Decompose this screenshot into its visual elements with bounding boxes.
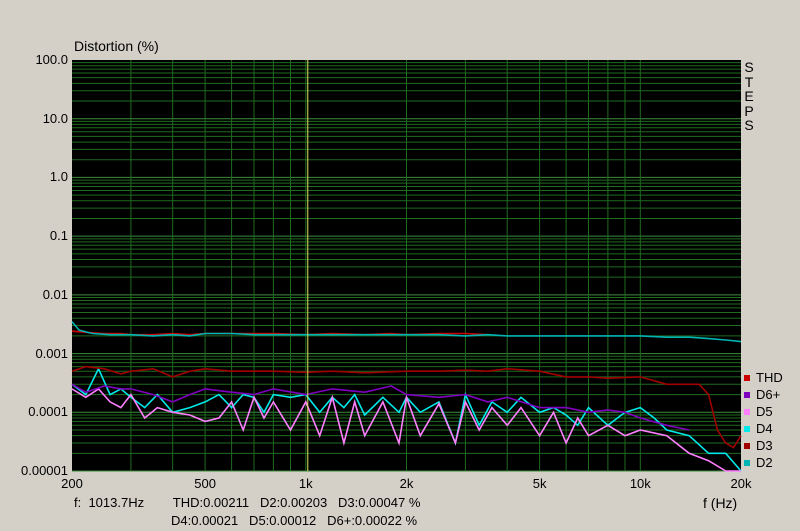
legend-label: D3 xyxy=(756,438,773,453)
legend-swatch xyxy=(744,408,750,415)
legend-swatch xyxy=(744,459,750,466)
legend-item-d6plus[interactable]: D6+ xyxy=(744,386,783,403)
x-tick-label: 20k xyxy=(730,476,752,491)
steps-letter: S xyxy=(744,59,754,75)
steps-label[interactable]: STEPS xyxy=(742,60,756,133)
x-tick-label: 5k xyxy=(532,476,547,491)
x-axis-title: f (Hz) xyxy=(703,495,738,511)
x-tick-label: 200 xyxy=(61,476,83,491)
y-tick-label: 0.01 xyxy=(42,286,68,302)
legend-label: D6+ xyxy=(756,387,781,402)
y-tick-label: 100.0 xyxy=(35,52,68,67)
y-tick-label: 0.001 xyxy=(35,345,68,361)
steps-letter: E xyxy=(744,88,754,104)
x-tick-label: 2k xyxy=(399,476,414,491)
legend-swatch xyxy=(744,442,750,449)
legend-item-d2[interactable]: D2 xyxy=(744,454,783,471)
y-tick-label: 10.0 xyxy=(42,110,68,126)
x-tick-label: 10k xyxy=(629,476,651,491)
distortion-chart[interactable] xyxy=(0,0,800,531)
legend-label: D5 xyxy=(756,404,773,419)
legend-swatch xyxy=(744,374,750,381)
x-tick-label: 1k xyxy=(298,476,313,491)
y-tick-label: 0.1 xyxy=(49,228,68,244)
legend-swatch xyxy=(744,391,750,398)
legend-label: D2 xyxy=(756,455,773,470)
y-axis-title: Distortion (%) xyxy=(74,38,159,54)
y-tick-label: 0.0001 xyxy=(28,404,68,420)
legend-item-d5[interactable]: D5 xyxy=(744,403,783,420)
steps-letter: S xyxy=(744,117,754,133)
legend-label: D4 xyxy=(756,421,773,436)
legend-item-d4[interactable]: D4 xyxy=(744,420,783,437)
y-tick-label: 1.0 xyxy=(49,169,68,185)
legend-item-thd[interactable]: THD xyxy=(744,369,783,386)
legend-label: THD xyxy=(756,370,783,385)
steps-letter: P xyxy=(744,102,754,119)
steps-letter: T xyxy=(744,73,754,90)
legend: THD D6+ D5 D4 D3 D2 xyxy=(744,369,783,471)
legend-item-d3[interactable]: D3 xyxy=(744,437,783,454)
grid-lines xyxy=(72,60,741,472)
status-readout-line-2: D4:0.00021 D5:0.00012 D6+:0.00022 % xyxy=(171,513,418,528)
legend-swatch xyxy=(744,425,750,432)
x-tick-label: 500 xyxy=(194,476,216,491)
status-readout-line-1: f: 1013.7Hz THD:0.00211 D2:0.00203 D3:0.… xyxy=(74,495,421,510)
